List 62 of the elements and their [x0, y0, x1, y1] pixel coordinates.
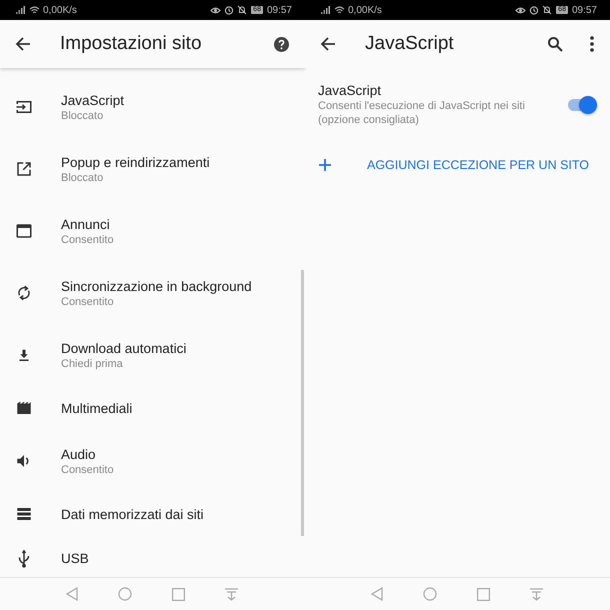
bell-off-icon — [542, 5, 552, 15]
item-status: Consentito — [61, 232, 114, 246]
settings-item[interactable]: Sincronizzazione in background Consentito — [0, 262, 301, 324]
alarm-icon — [529, 5, 540, 15]
settings-item[interactable]: Download automatici Chiedi prima — [0, 324, 301, 386]
settings-item[interactable]: Popup e reindirizzamenti Bloccato — [0, 138, 301, 200]
input-icon — [15, 98, 33, 116]
item-status: Consentito — [61, 462, 114, 476]
recents-icon[interactable] — [477, 588, 490, 600]
settings-item[interactable]: Annunci Consentito — [0, 200, 301, 262]
item-title: Download automatici — [61, 340, 186, 356]
notification-pull-icon[interactable] — [530, 588, 543, 600]
recents-icon[interactable] — [172, 588, 185, 600]
bell-off-icon — [237, 5, 248, 15]
help-icon[interactable] — [274, 36, 289, 52]
clock: 09:57 — [266, 4, 292, 16]
settings-item[interactable]: USB — [0, 536, 301, 577]
settings-item[interactable]: JavaScript Bloccato — [0, 76, 301, 138]
add-exception-button[interactable]: AGGIUNGI ECCEZIONE PER UN SITO — [318, 154, 594, 176]
back-icon[interactable] — [320, 36, 336, 52]
search-icon[interactable] — [547, 36, 563, 52]
storage-icon — [15, 505, 33, 523]
item-title: Audio — [61, 446, 97, 462]
wifi-icon — [334, 6, 345, 14]
screen-title: JavaScript — [365, 33, 454, 55]
item-title: Dati memorizzati dai siti — [61, 506, 204, 522]
back-icon[interactable] — [15, 36, 31, 52]
external-link-icon — [15, 160, 33, 178]
item-title: USB — [61, 550, 89, 567]
notification-pull-icon[interactable] — [225, 588, 238, 600]
item-title: Annunci — [61, 216, 111, 232]
eye-icon — [515, 6, 526, 14]
eye-icon — [210, 6, 222, 14]
home-icon[interactable] — [118, 587, 132, 601]
wifi-icon — [29, 6, 40, 14]
item-status: Consentito — [61, 294, 115, 308]
item-title: JavaScript — [61, 92, 124, 108]
home-icon[interactable] — [423, 587, 437, 601]
plus-icon — [319, 159, 331, 171]
item-status: Chiedi prima — [61, 356, 124, 370]
scrollbar[interactable] — [301, 270, 304, 536]
signal-icon — [16, 6, 26, 14]
window-icon — [15, 222, 33, 240]
settings-item[interactable]: Dati memorizzati dai siti — [0, 492, 301, 536]
item-title: Popup e reindirizzamenti — [61, 154, 210, 170]
item-title: Sincronizzazione in background — [61, 278, 252, 294]
item-status: Bloccato — [61, 170, 104, 184]
toggle-switch[interactable] — [568, 98, 594, 110]
setting-description: Consenti l'esecuzione di JavaScript nei siti (opzione consigliata) — [318, 99, 526, 127]
settings-item[interactable]: Multimediali — [0, 386, 301, 430]
signal-icon — [321, 6, 331, 14]
screen-title: Impostazioni sito — [60, 33, 202, 55]
network-speed: 0,00K/s — [43, 4, 77, 16]
more-icon[interactable] — [590, 36, 594, 52]
item-title: Multimediali — [61, 400, 132, 416]
network-speed: 0,00K/s — [348, 4, 382, 16]
alarm-icon — [224, 5, 234, 15]
settings-item[interactable]: Audio Consentito — [0, 430, 301, 492]
clapperboard-icon — [15, 399, 33, 417]
clock: 09:57 — [572, 4, 597, 16]
setting-title: JavaScript — [318, 82, 382, 99]
item-status: Bloccato — [61, 108, 104, 122]
